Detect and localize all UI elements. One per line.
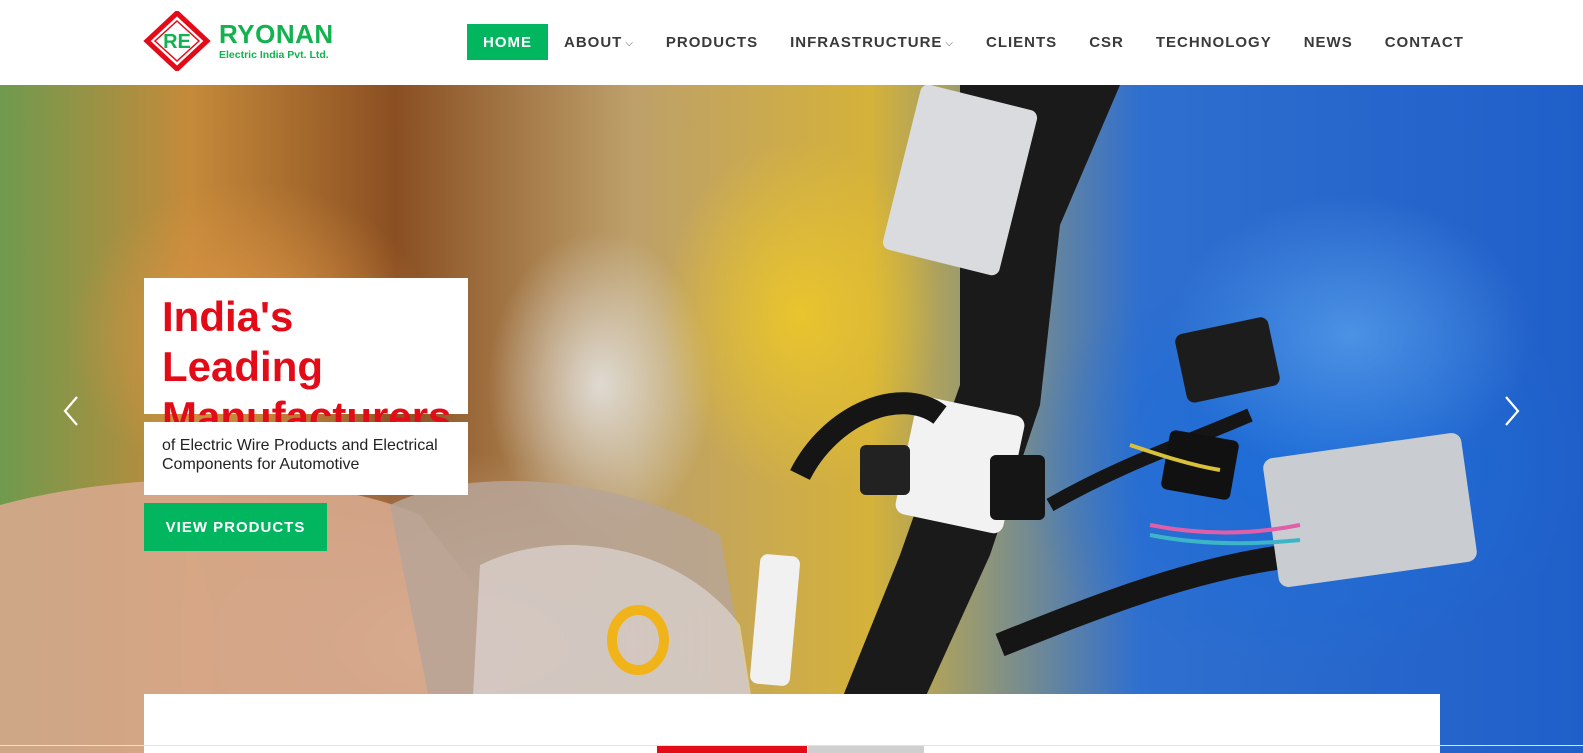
nav-infrastructure[interactable]: INFRASTRUCTURE ⌵ <box>774 24 970 60</box>
slider-next-button[interactable] <box>1497 393 1525 429</box>
nav-home[interactable]: HOME <box>467 24 548 60</box>
hero-title-line1: India's Leading <box>162 293 324 390</box>
nav-products-label: PRODUCTS <box>665 33 759 51</box>
chevron-down-icon: ⌵ <box>945 37 955 49</box>
nav-home-label: HOME <box>483 33 532 51</box>
nav-csr-label: CSR <box>1089 33 1124 51</box>
hero-title-box: India's Leading Manufacturers <box>144 278 468 440</box>
chevron-left-icon <box>63 396 78 426</box>
hero-slider: India's Leading Manufacturers of Electri… <box>0 85 1583 753</box>
view-products-button[interactable]: VIEW PRODUCTS <box>144 503 327 551</box>
section-tab[interactable] <box>808 746 924 753</box>
nav-contact[interactable]: CONTACT <box>1369 24 1480 60</box>
nav-infrastructure-label: INFRASTRUCTURE <box>790 33 943 51</box>
nav-contact-label: CONTACT <box>1384 33 1464 51</box>
main-nav: HOME ABOUT ⌵ PRODUCTS INFRASTRUCTURE ⌵ CLI… <box>467 24 1480 60</box>
nav-clients-label: CLIENTS <box>986 33 1058 51</box>
brand-tagline: Electric India Pvt. Ltd. <box>219 48 329 61</box>
nav-news[interactable]: NEWS <box>1288 24 1369 60</box>
hero-subtitle-box: of Electric Wire Products and Electrical… <box>144 422 468 495</box>
nav-clients[interactable]: CLIENTS <box>970 24 1073 60</box>
hero-subtitle: of Electric Wire Products and Electrical… <box>162 437 438 473</box>
chevron-right-icon <box>1505 396 1520 426</box>
logo[interactable]: RE RYONAN Electric India Pvt. Ltd. <box>143 11 343 71</box>
nav-about-label: ABOUT <box>564 33 623 51</box>
nav-technology[interactable]: TECHNOLOGY <box>1140 24 1288 60</box>
brand-name: RYONAN <box>219 18 334 49</box>
logo-text: RYONAN Electric India Pvt. Ltd. <box>219 21 334 62</box>
chevron-down-icon: ⌵ <box>625 37 634 49</box>
slider-prev-button[interactable] <box>58 393 86 429</box>
nav-news-label: NEWS <box>1303 33 1353 51</box>
nav-about[interactable]: ABOUT ⌵ <box>548 24 650 60</box>
site-header: RE RYONAN Electric India Pvt. Ltd. HOME … <box>0 0 1583 85</box>
nav-technology-label: TECHNOLOGY <box>1155 33 1272 51</box>
section-tab-active[interactable] <box>657 746 807 753</box>
svg-text:RE: RE <box>163 31 191 53</box>
logo-mark-icon: RE <box>143 11 211 71</box>
nav-csr[interactable]: CSR <box>1073 24 1140 60</box>
nav-products[interactable]: PRODUCTS <box>650 24 774 60</box>
